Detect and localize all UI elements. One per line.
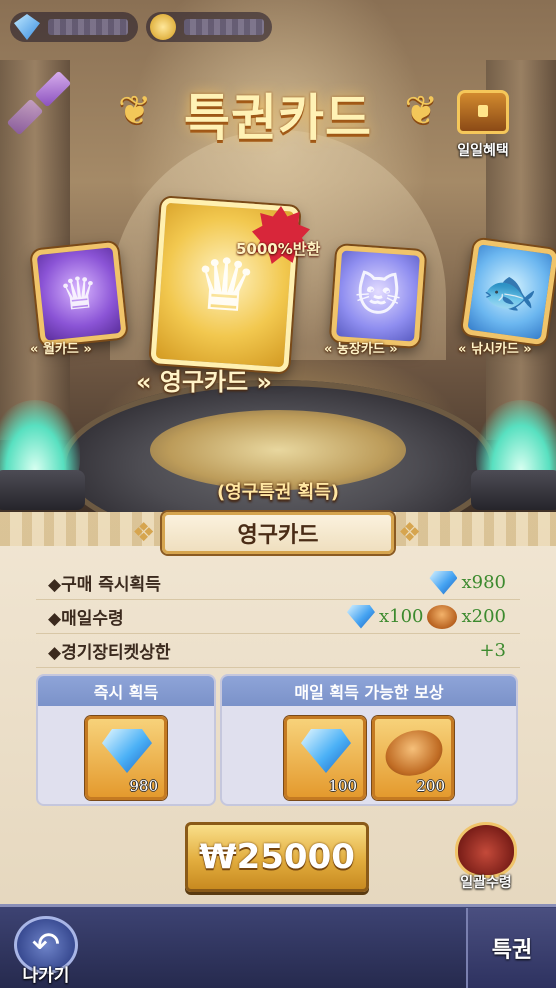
value-text: x100: [378, 606, 424, 627]
gold-currency[interactable]: [146, 12, 272, 42]
acquire-text: (영구특권 획득): [216, 482, 340, 503]
page-title: 특권카드: [184, 89, 372, 147]
info-row: ◆매일수령 x100 x200: [36, 600, 520, 634]
item-qty: 100: [328, 777, 357, 795]
gem-amount-hidden: [48, 19, 128, 35]
fish-icon: 🐟: [479, 263, 541, 322]
card-permanent-text: 영구카드: [159, 368, 249, 396]
claim-all-label: 일괄수령: [460, 875, 512, 891]
daily-items: 100 200: [222, 706, 516, 800]
chest-icon: [457, 90, 509, 134]
info-value: x980: [429, 570, 506, 595]
info-row: ◆구매 즉시획득 x980: [36, 566, 520, 600]
fleur-right-icon: ❦: [404, 88, 438, 134]
card-label-farm[interactable]: « 농장카드 »: [324, 338, 398, 357]
value-text: x980: [461, 572, 506, 593]
card-farm[interactable]: 🐱: [330, 245, 426, 347]
purchase-button[interactable]: ₩25000: [185, 822, 369, 892]
back-button[interactable]: ↶ 나가기: [8, 916, 84, 986]
reward-item-bread[interactable]: 200: [372, 716, 454, 800]
ornament-left-icon: ❖: [132, 518, 156, 548]
card-fishing[interactable]: 🐟: [461, 238, 556, 346]
instant-reward-header: 즉시 획득: [38, 676, 214, 706]
panel-title-box: 영구카드: [162, 512, 394, 554]
bag-icon: [455, 822, 517, 878]
value-text: x200: [461, 606, 506, 627]
bread-icon: [379, 723, 449, 783]
instant-items: 980: [38, 706, 214, 800]
info-label: ◆매일수령: [48, 609, 124, 629]
card-label-fishing[interactable]: « 낚시카드 »: [458, 338, 532, 357]
info-value: x100 x200: [346, 604, 506, 629]
gem-currency[interactable]: [10, 12, 138, 42]
info-label: ◆구매 즉시획득: [48, 575, 161, 595]
bonus-label: 5000%반환: [236, 240, 321, 258]
card-monthly[interactable]: ♛: [31, 241, 127, 347]
card-farm-text: 농장카드: [336, 342, 385, 357]
daily-reward-header: 매일 획득 가능한 보상: [222, 676, 516, 706]
card-fishing-text: 낚시카드: [470, 342, 519, 357]
title-banner: 특권카드: [120, 78, 436, 150]
value-text: +3: [479, 640, 506, 661]
card-label-permanent[interactable]: « 영구카드 »: [136, 362, 272, 397]
ornament-right-icon: ❖: [398, 518, 422, 548]
diamond-icon: [346, 604, 375, 629]
info-label: ◆경기장티켓상한: [48, 643, 171, 663]
coin-icon: [150, 14, 176, 40]
bread-icon: [427, 604, 458, 629]
animal-icon: 🐱: [353, 268, 403, 324]
gem-icon: [14, 14, 40, 40]
info-row: ◆경기장티켓상한 +3: [36, 634, 520, 668]
info-value: +3: [479, 640, 506, 661]
daily-benefit-label: 일일혜택: [457, 143, 509, 159]
tab-privilege[interactable]: 특권: [466, 908, 556, 988]
reward-item-diamond[interactable]: 980: [85, 716, 167, 800]
card-monthly-text: 월카드: [42, 342, 79, 357]
daily-benefit-button[interactable]: 일일혜택: [448, 90, 518, 170]
item-qty: 980: [129, 777, 158, 795]
daily-reward-box: 매일 획득 가능한 보상 100 200: [220, 674, 518, 806]
gold-amount-hidden: [184, 19, 264, 35]
card-label-monthly[interactable]: « 월카드 »: [30, 338, 92, 357]
diamond-icon: [102, 729, 152, 773]
back-label: 나가기: [22, 966, 70, 986]
info-list: ◆구매 즉시획득 x980 ◆매일수령 x100 x200 ◆경기장티켓상한 +…: [36, 566, 520, 668]
instant-reward-box: 즉시 획득 980: [36, 674, 216, 806]
crown-icon: ♛: [56, 266, 102, 322]
item-qty: 200: [416, 777, 445, 795]
panel-title: 영구카드: [237, 523, 319, 548]
claim-all-button[interactable]: 일괄수령: [446, 822, 526, 900]
diamond-icon: [429, 570, 458, 595]
reward-item-diamond[interactable]: 100: [284, 716, 366, 800]
diamond-icon: [301, 729, 351, 773]
